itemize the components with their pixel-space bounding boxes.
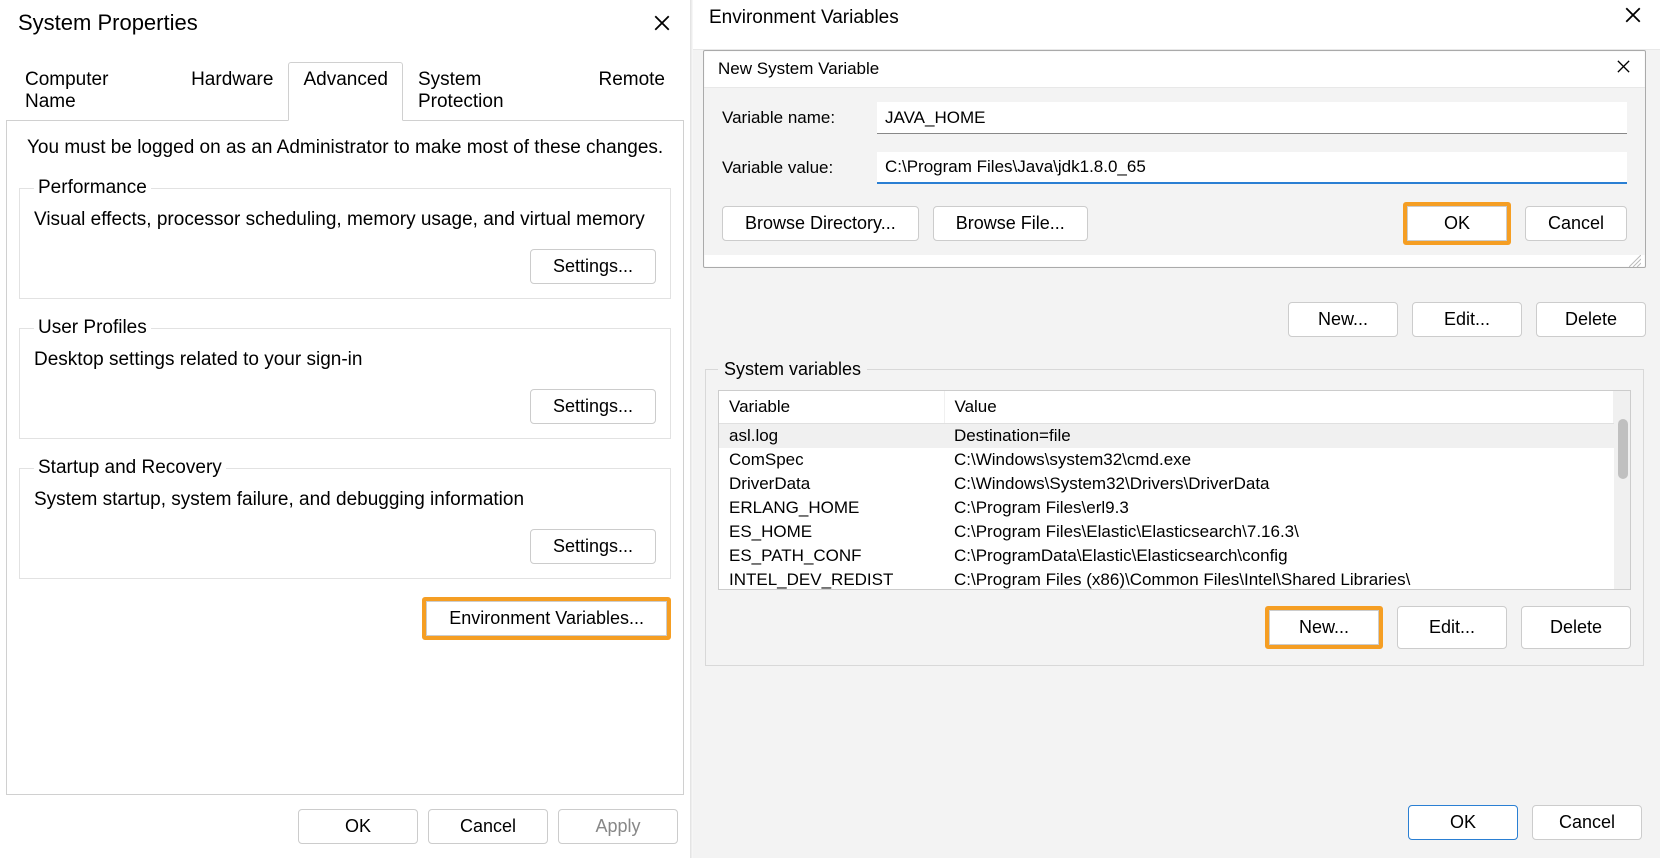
admin-note: You must be logged on as an Administrato… xyxy=(27,137,671,159)
sysvars-edit-button[interactable]: Edit... xyxy=(1397,606,1507,649)
cell-val: C:\Program Files\Elastic\Elasticsearch\7… xyxy=(944,520,1614,544)
envvars-footer: OK Cancel xyxy=(693,787,1660,858)
startup-recovery-text: System startup, system failure, and debu… xyxy=(34,489,656,511)
variable-value-input[interactable] xyxy=(877,152,1627,184)
nsv-cancel-button[interactable]: Cancel xyxy=(1525,206,1627,241)
table-row[interactable]: ES_PATH_CONF C:\ProgramData\Elastic\Elas… xyxy=(719,544,1614,568)
table-row[interactable]: ComSpec C:\Windows\system32\cmd.exe xyxy=(719,448,1614,472)
nsv-close-icon[interactable] xyxy=(1616,59,1631,79)
nsv-title: New System Variable xyxy=(718,59,879,79)
table-row[interactable]: ERLANG_HOME C:\Program Files\erl9.3 xyxy=(719,496,1614,520)
user-profiles-legend: User Profiles xyxy=(34,317,151,339)
user-edit-button[interactable]: Edit... xyxy=(1412,302,1522,337)
user-profiles-text: Desktop settings related to your sign-in xyxy=(34,349,656,371)
tab-bar: Computer Name Hardware Advanced System P… xyxy=(0,62,690,121)
browse-file-button[interactable]: Browse File... xyxy=(933,206,1088,241)
titlebar: System Properties xyxy=(0,0,690,62)
cell-var: ES_PATH_CONF xyxy=(719,544,944,568)
system-properties-window: System Properties Computer Name Hardware… xyxy=(0,0,690,858)
performance-legend: Performance xyxy=(34,177,151,199)
cell-var: ComSpec xyxy=(719,448,944,472)
sysprops-apply-button: Apply xyxy=(558,809,678,844)
envvars-titlebar: Environment Variables xyxy=(693,0,1660,49)
nsv-ok-button[interactable]: OK xyxy=(1407,206,1507,241)
sysvars-new-highlight: New... xyxy=(1265,606,1383,649)
tab-system-protection[interactable]: System Protection xyxy=(403,62,584,121)
envvars-cancel-button[interactable]: Cancel xyxy=(1532,805,1642,840)
sysvars-delete-button[interactable]: Delete xyxy=(1521,606,1631,649)
sysvars-table: Variable Value asl.log Destination=file … xyxy=(719,391,1614,590)
cell-val: C:\ProgramData\Elastic\Elasticsearch\con… xyxy=(944,544,1614,568)
nsv-value-row: Variable value: xyxy=(722,152,1627,184)
table-row[interactable]: DriverData C:\Windows\System32\Drivers\D… xyxy=(719,472,1614,496)
tab-hardware[interactable]: Hardware xyxy=(176,62,288,121)
close-icon[interactable] xyxy=(650,11,674,35)
table-row[interactable]: asl.log Destination=file xyxy=(719,424,1614,449)
tab-computer-name[interactable]: Computer Name xyxy=(10,62,176,121)
performance-settings-button[interactable]: Settings... xyxy=(530,249,656,284)
col-variable[interactable]: Variable xyxy=(719,391,944,424)
cell-val: C:\Windows\System32\Drivers\DriverData xyxy=(944,472,1614,496)
nsv-value-label: Variable value: xyxy=(722,158,877,178)
user-profiles-group: User Profiles Desktop settings related t… xyxy=(19,317,671,439)
nsv-body: Variable name: Variable value: Browse Di… xyxy=(704,88,1645,255)
tab-remote[interactable]: Remote xyxy=(583,62,680,121)
cell-val: Destination=file xyxy=(944,424,1614,449)
envvars-ok-button[interactable]: OK xyxy=(1408,805,1518,840)
environment-variables-window: Environment Variables New System Variabl… xyxy=(693,0,1660,858)
user-delete-button[interactable]: Delete xyxy=(1536,302,1646,337)
sysprops-footer: OK Cancel Apply xyxy=(0,795,690,858)
performance-group: Performance Visual effects, processor sc… xyxy=(19,177,671,299)
browse-directory-button[interactable]: Browse Directory... xyxy=(722,206,919,241)
cell-var: ES_HOME xyxy=(719,520,944,544)
variable-name-input[interactable] xyxy=(877,102,1627,134)
system-variables-group: System variables Variable Value asl.log … xyxy=(705,359,1644,666)
envvars-close-icon[interactable] xyxy=(1624,6,1642,29)
sysvars-buttons: New... Edit... Delete xyxy=(718,606,1631,649)
new-system-variable-dialog: New System Variable Variable name: Varia… xyxy=(703,50,1646,268)
cell-var: asl.log xyxy=(719,424,944,449)
resize-grip-icon[interactable] xyxy=(704,255,1645,267)
system-variables-legend: System variables xyxy=(718,359,867,380)
sysprops-cancel-button[interactable]: Cancel xyxy=(428,809,548,844)
cell-var: INTEL_DEV_REDIST xyxy=(719,568,944,590)
scrollbar-thumb[interactable] xyxy=(1618,419,1628,479)
table-row[interactable]: INTEL_DEV_REDIST C:\Program Files (x86)\… xyxy=(719,568,1614,590)
window-title: System Properties xyxy=(18,10,198,36)
user-var-buttons: New... Edit... Delete xyxy=(703,302,1646,337)
sysvars-new-button[interactable]: New... xyxy=(1269,610,1379,645)
sysprops-ok-button[interactable]: OK xyxy=(298,809,418,844)
sysvars-table-wrap: Variable Value asl.log Destination=file … xyxy=(718,390,1631,590)
user-new-button[interactable]: New... xyxy=(1288,302,1398,337)
col-value[interactable]: Value xyxy=(944,391,1614,424)
nsv-name-row: Variable name: xyxy=(722,102,1627,134)
user-profiles-settings-button[interactable]: Settings... xyxy=(530,389,656,424)
cell-var: ERLANG_HOME xyxy=(719,496,944,520)
cell-var: DriverData xyxy=(719,472,944,496)
cell-val: C:\Program Files\erl9.3 xyxy=(944,496,1614,520)
envvars-button-highlight: Environment Variables... xyxy=(422,597,671,640)
tab-advanced[interactable]: Advanced xyxy=(288,62,403,121)
startup-recovery-group: Startup and Recovery System startup, sys… xyxy=(19,457,671,579)
cell-val: C:\Windows\system32\cmd.exe xyxy=(944,448,1614,472)
envvars-title: Environment Variables xyxy=(709,7,899,29)
startup-recovery-legend: Startup and Recovery xyxy=(34,457,226,479)
nsv-name-label: Variable name: xyxy=(722,108,877,128)
sysvars-scrollbar[interactable] xyxy=(1614,391,1630,589)
environment-variables-button[interactable]: Environment Variables... xyxy=(426,601,667,636)
performance-text: Visual effects, processor scheduling, me… xyxy=(34,209,656,231)
cell-val: C:\Program Files (x86)\Common Files\Inte… xyxy=(944,568,1614,590)
table-row[interactable]: ES_HOME C:\Program Files\Elastic\Elastic… xyxy=(719,520,1614,544)
nsv-button-row: Browse Directory... Browse File... OK Ca… xyxy=(722,202,1627,245)
envvars-button-row: Environment Variables... xyxy=(19,597,671,640)
nsv-titlebar: New System Variable xyxy=(704,51,1645,88)
tab-advanced-panel: You must be logged on as an Administrato… xyxy=(6,120,684,795)
startup-recovery-settings-button[interactable]: Settings... xyxy=(530,529,656,564)
nsv-ok-highlight: OK xyxy=(1403,202,1511,245)
envvars-body: New System Variable Variable name: Varia… xyxy=(693,49,1660,787)
